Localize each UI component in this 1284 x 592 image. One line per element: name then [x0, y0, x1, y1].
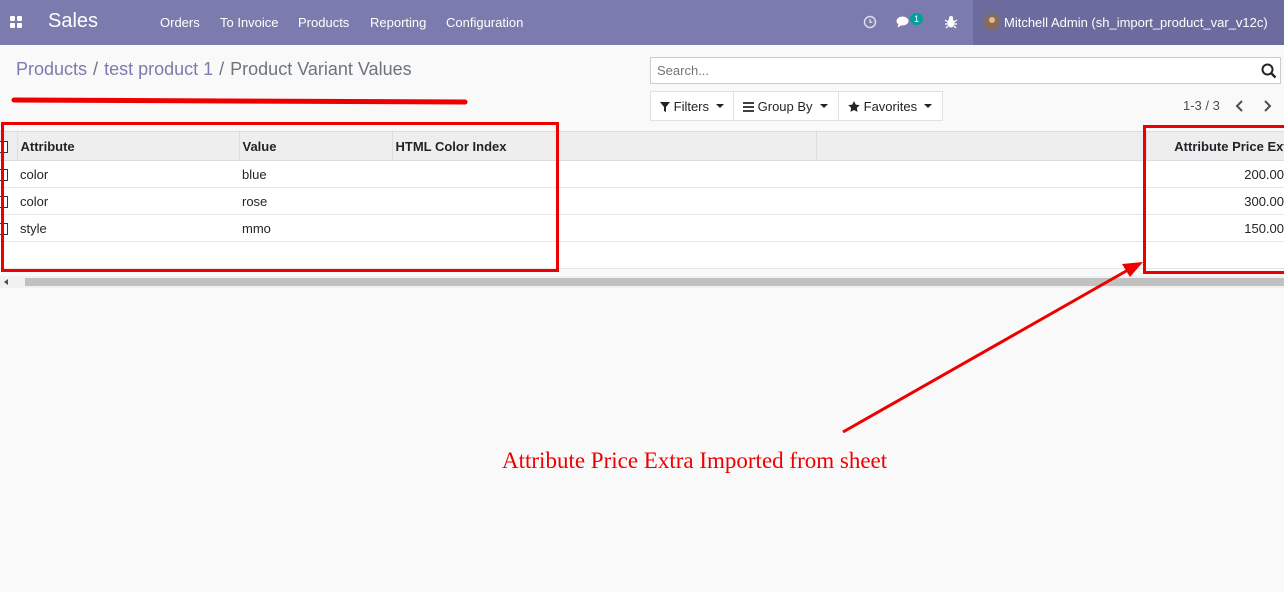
annotation-overlay: [11, 97, 1143, 434]
annotation-text: Attribute Price Extra Imported from shee…: [502, 448, 888, 473]
underline-annotation: [11, 97, 468, 105]
arrow-annotation: [842, 268, 1129, 434]
arrow-head-annotation: [1122, 262, 1143, 277]
